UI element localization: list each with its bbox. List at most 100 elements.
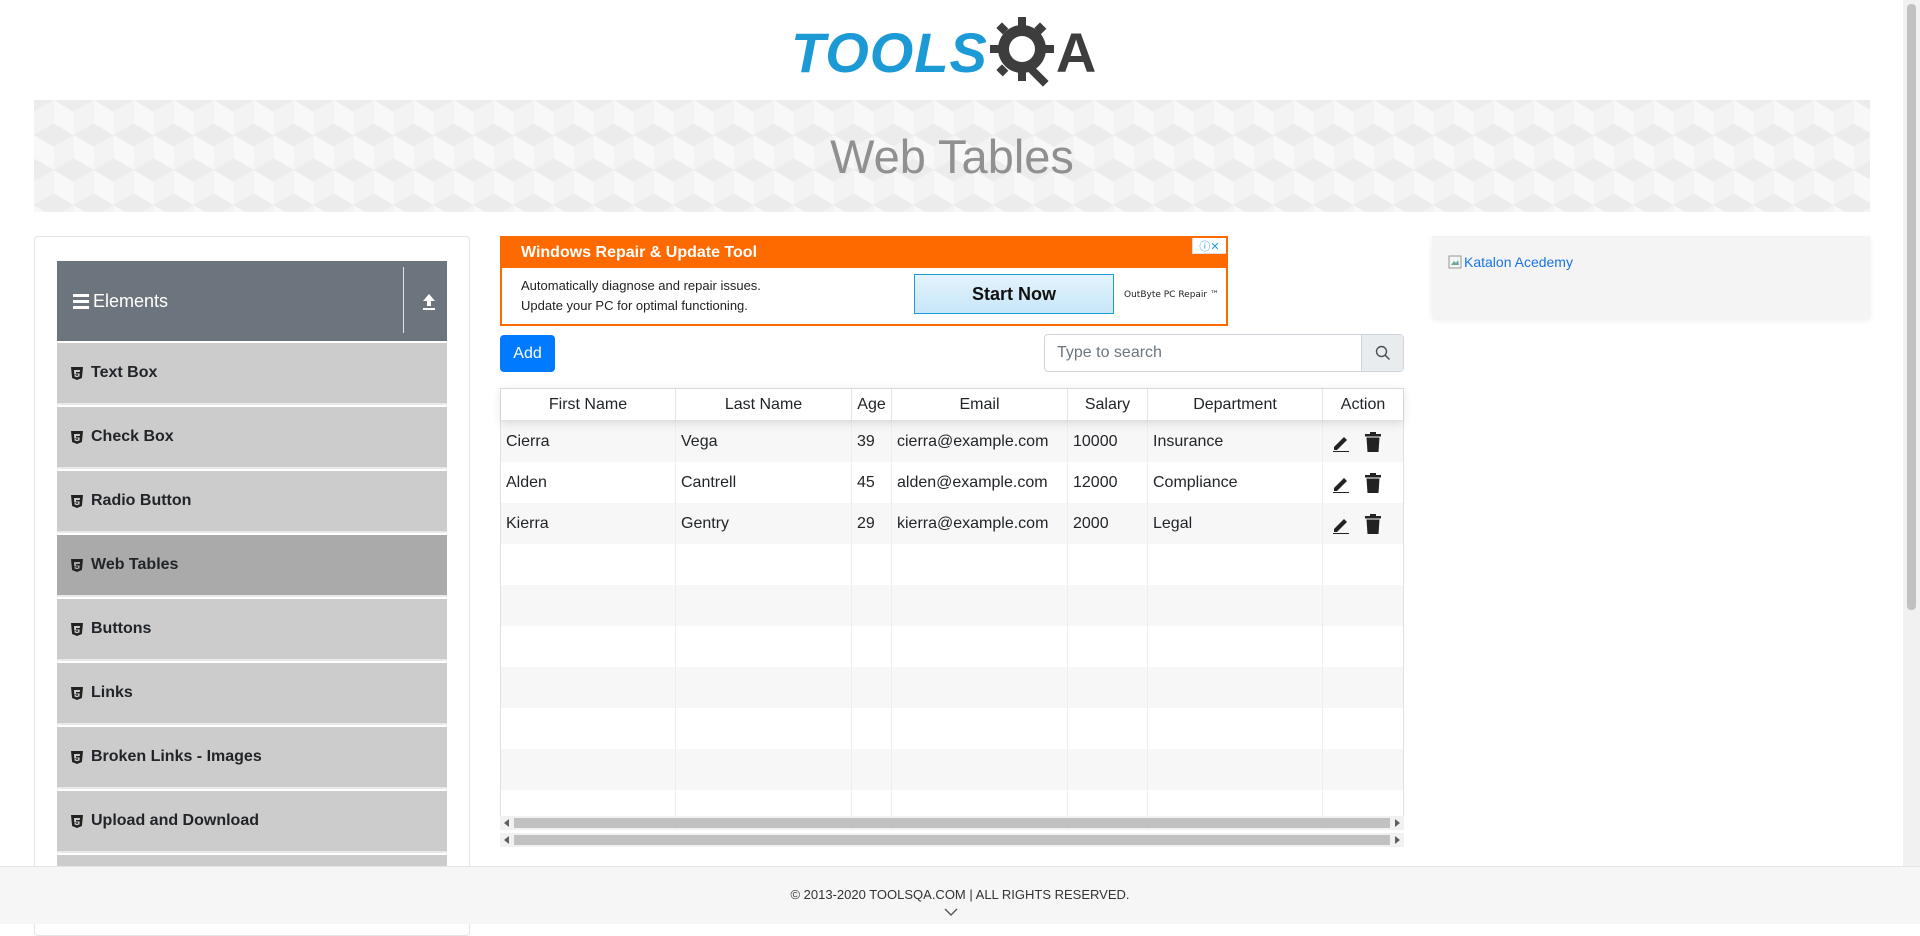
katalon-ad-link[interactable]: Katalon Acedemy (1448, 254, 1573, 270)
column-header-last-name[interactable]: Last Name (676, 389, 852, 420)
trash-icon[interactable] (1365, 431, 1381, 452)
web-table: First Name Last Name Age Email Salary De… (500, 388, 1404, 831)
left-panel: Elements Text Box Check Box Radio Button… (34, 236, 470, 936)
page-vertical-scrollbar[interactable] (1903, 0, 1920, 866)
page-title: Web Tables (830, 129, 1074, 183)
cell-email: kierra@example.com (892, 503, 1068, 544)
sidebar-item-label: Web Tables (91, 556, 179, 573)
sidebar-item-label: Check Box (91, 428, 174, 445)
sidebar-item-web-tables[interactable]: Web Tables (57, 535, 447, 597)
copyright-text: © 2013-2020 TOOLSQA.COM | ALL RIGHTS RES… (790, 887, 1130, 902)
pencil-icon[interactable] (1331, 473, 1351, 493)
logo-text: TOOLS (791, 20, 988, 84)
ad-cta-button[interactable]: Start Now (914, 274, 1114, 314)
elements-group-header[interactable]: Elements (57, 261, 447, 341)
table-header: First Name Last Name Age Email Salary De… (501, 389, 1403, 421)
empty-row (501, 667, 1403, 708)
table-horizontal-scrollbar[interactable] (500, 816, 1404, 830)
cell-first-name: Alden (501, 462, 676, 503)
table-row: Kierra Gentry 29 kierra@example.com 2000… (501, 503, 1403, 544)
search-button[interactable] (1361, 335, 1403, 371)
cell-first-name: Kierra (501, 503, 676, 544)
trash-icon[interactable] (1365, 472, 1381, 493)
ad-text: Automatically diagnose and repair issues… (521, 276, 761, 316)
cell-last-name: Vega (676, 421, 852, 462)
cell-email: alden@example.com (892, 462, 1068, 503)
column-header-salary[interactable]: Salary (1068, 389, 1148, 420)
sidebar-item-broken-links[interactable]: Broken Links - Images (57, 727, 447, 789)
toolsqa-logo[interactable]: TOOLS A (791, 14, 1116, 90)
html5-icon (71, 430, 83, 444)
scroll-right-arrow-icon[interactable] (1395, 836, 1400, 844)
sidebar-item-label: Text Box (91, 364, 158, 381)
scroll-left-arrow-icon[interactable] (504, 836, 509, 844)
cell-salary: 12000 (1068, 462, 1148, 503)
ad-line-1: Automatically diagnose and repair issues… (521, 278, 761, 293)
header-divider (403, 267, 404, 333)
scroll-right-arrow-icon[interactable] (1395, 819, 1400, 827)
page-banner: Web Tables (34, 100, 1870, 212)
ad-title: Windows Repair & Update Tool (502, 238, 1226, 268)
column-header-first-name[interactable]: First Name (501, 389, 676, 420)
right-ad[interactable]: Katalon Acedemy (1432, 236, 1870, 318)
cell-age: 39 (852, 421, 892, 462)
pencil-icon[interactable] (1331, 514, 1351, 534)
sidebar-item-label: Broken Links - Images (91, 748, 262, 765)
hamburger-icon (73, 293, 89, 309)
elements-menu: Text Box Check Box Radio Button Web Tabl… (57, 343, 447, 919)
html5-icon (71, 686, 83, 700)
add-button[interactable]: Add (500, 335, 555, 372)
sidebar-item-links[interactable]: Links (57, 663, 447, 725)
logo-text-a: A (1055, 20, 1097, 84)
sidebar-item-label: Upload and Download (91, 812, 259, 829)
empty-row (501, 708, 1403, 749)
ad-choices-icon[interactable]: ⓘ✕ (1192, 238, 1226, 254)
cell-department: Compliance (1148, 462, 1323, 503)
empty-row (501, 749, 1403, 790)
sidebar-item-radio-button[interactable]: Radio Button (57, 471, 447, 533)
chevron-down-icon[interactable] (944, 907, 958, 917)
cell-action (1323, 462, 1403, 503)
group-title: Elements (93, 290, 169, 311)
sidebar-item-label: Links (91, 684, 133, 701)
ad-banner[interactable]: Windows Repair & Update Tool ⓘ✕ Automati… (500, 236, 1228, 326)
cell-department: Insurance (1148, 421, 1323, 462)
sidebar-item-upload-download[interactable]: Upload and Download (57, 791, 447, 853)
html5-icon (71, 366, 83, 380)
logo-gear-icon (989, 17, 1054, 87)
search-icon (1375, 345, 1390, 361)
collapse-arrow-icon[interactable] (421, 291, 437, 311)
cell-last-name: Cantrell (676, 462, 852, 503)
sidebar-item-text-box[interactable]: Text Box (57, 343, 447, 405)
sidebar-item-check-box[interactable]: Check Box (57, 407, 447, 469)
column-header-email[interactable]: Email (892, 389, 1068, 420)
ad-alt-text: Katalon Acedemy (1464, 254, 1573, 270)
sidebar-item-label: Radio Button (91, 492, 192, 509)
scroll-left-arrow-icon[interactable] (504, 819, 509, 827)
cell-email: cierra@example.com (892, 421, 1068, 462)
empty-row (501, 585, 1403, 626)
page-horizontal-scrollbar[interactable] (500, 833, 1404, 847)
cell-age: 29 (852, 503, 892, 544)
empty-row (501, 626, 1403, 667)
cell-action (1323, 421, 1403, 462)
sidebar-item-buttons[interactable]: Buttons (57, 599, 447, 661)
html5-icon (71, 558, 83, 572)
trash-icon[interactable] (1365, 513, 1381, 534)
html5-icon (71, 814, 83, 828)
search-input[interactable]: Type to search (1045, 335, 1361, 371)
html5-icon (71, 750, 83, 764)
html5-icon (71, 622, 83, 636)
scrollbar-thumb[interactable] (514, 835, 1390, 845)
scrollbar-thumb[interactable] (514, 818, 1390, 828)
search-box: Type to search (1044, 334, 1404, 372)
empty-row (501, 544, 1403, 585)
cell-action (1323, 503, 1403, 544)
column-header-age[interactable]: Age (852, 389, 892, 420)
column-header-department[interactable]: Department (1148, 389, 1323, 420)
scrollbar-thumb[interactable] (1907, 4, 1916, 610)
cell-age: 45 (852, 462, 892, 503)
pencil-icon[interactable] (1331, 432, 1351, 452)
cell-department: Legal (1148, 503, 1323, 544)
ad-line-2: Update your PC for optimal functioning. (521, 298, 748, 313)
